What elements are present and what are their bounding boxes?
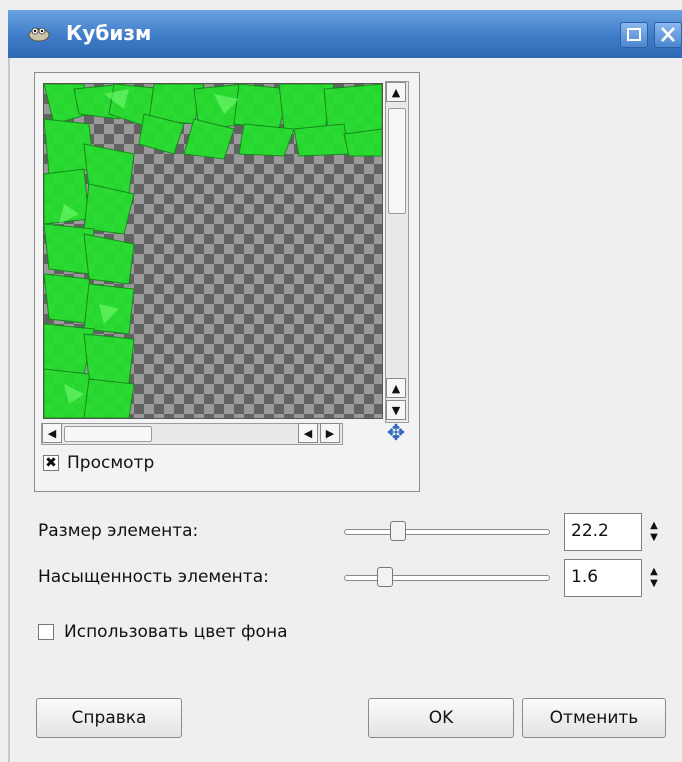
scroll-down-button[interactable]: ▼ [386, 400, 406, 420]
cancel-button[interactable]: Отменить [522, 698, 666, 738]
preview-image [44, 84, 382, 418]
tile-saturation-slider-track [344, 575, 550, 581]
scroll-up-button-lower[interactable]: ▲ [386, 378, 406, 398]
scroll-up-button[interactable]: ▲ [386, 82, 406, 102]
tile-saturation-spin-arrows[interactable]: ▲ ▼ [646, 561, 662, 595]
use-bg-color-row[interactable]: Использовать цвет фона [38, 622, 288, 642]
preview-checkbox-label: Просмотр [67, 453, 155, 473]
navigate-icon[interactable]: ✥ [385, 423, 407, 445]
tile-size-slider-track [344, 529, 550, 535]
tile-saturation-spinbox[interactable] [564, 559, 647, 597]
spin-up-icon[interactable]: ▲ [650, 520, 658, 532]
scroll-left-button-right[interactable]: ◀ [298, 423, 318, 443]
use-bg-color-label: Использовать цвет фона [64, 622, 288, 642]
horizontal-scroll-thumb[interactable] [64, 426, 152, 442]
use-bg-color-checkbox[interactable] [38, 624, 54, 640]
checkbox-checked-glyph: ✖ [45, 455, 57, 471]
wilber-icon [28, 27, 50, 42]
tile-saturation-slider-handle[interactable] [377, 567, 394, 587]
tile-size-input[interactable] [565, 514, 647, 548]
close-icon [661, 27, 675, 42]
preview-panel: ▲ ▲ ▼ ◀ ◀ ▶ ✥ ✖ Просмотр [34, 72, 420, 492]
window-border [8, 58, 10, 762]
cubism-dialog: Кубизм ▲ ▲ ▼ ◀ ◀ ▶ ✥ ✖ Просмотр Размер э… [0, 0, 682, 762]
title-bar[interactable]: Кубизм [8, 10, 682, 58]
spin-down-icon[interactable]: ▼ [650, 532, 658, 544]
tile-size-slider-handle[interactable] [389, 521, 406, 541]
tile-size-spin-arrows[interactable]: ▲ ▼ [646, 515, 662, 549]
maximize-button[interactable] [620, 22, 648, 48]
tile-saturation-label: Насыщенность элемента: [38, 567, 269, 587]
close-button[interactable] [654, 22, 682, 48]
preview-checkbox-row[interactable]: ✖ Просмотр [43, 453, 154, 473]
horizontal-scrollbar[interactable]: ◀ ◀ ▶ [41, 423, 343, 445]
tile-size-label: Размер элемента: [38, 521, 199, 541]
tile-size-slider[interactable] [344, 521, 550, 541]
preview-canvas[interactable] [43, 83, 383, 419]
preview-checkbox[interactable]: ✖ [43, 455, 59, 471]
spin-down-icon[interactable]: ▼ [650, 578, 658, 590]
ok-button[interactable]: OK [368, 698, 514, 738]
scroll-left-button[interactable]: ◀ [42, 423, 62, 443]
tile-saturation-slider[interactable] [344, 567, 550, 587]
vertical-scrollbar[interactable]: ▲ ▲ ▼ [385, 81, 409, 423]
spin-up-icon[interactable]: ▲ [650, 566, 658, 578]
scroll-right-button[interactable]: ▶ [320, 423, 340, 443]
tile-size-spinbox[interactable] [564, 513, 647, 551]
window-title: Кубизм [66, 21, 152, 45]
tile-saturation-input[interactable] [565, 560, 647, 594]
vertical-scroll-thumb[interactable] [388, 108, 406, 214]
help-button[interactable]: Справка [36, 698, 182, 738]
maximize-icon [627, 28, 641, 41]
